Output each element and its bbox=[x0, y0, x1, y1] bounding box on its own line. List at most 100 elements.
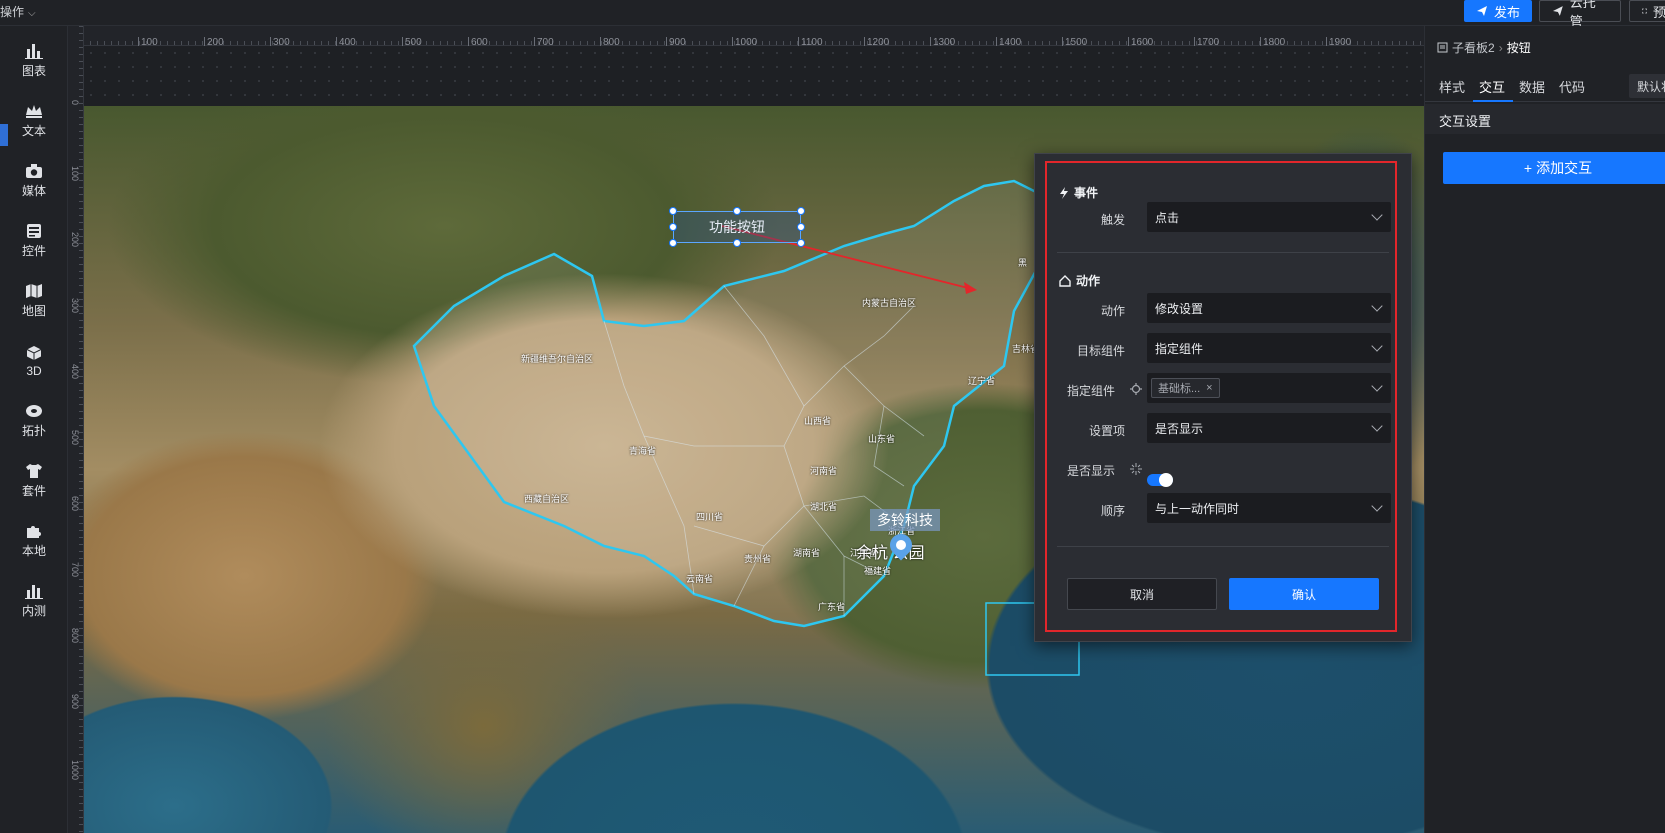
media-camera-icon bbox=[25, 163, 43, 179]
canvas-background bbox=[84, 46, 1424, 106]
topology-icon bbox=[25, 403, 43, 419]
ruler-tick bbox=[204, 37, 205, 46]
toolbar-item-kit[interactable]: 套件 bbox=[12, 458, 56, 504]
ruler-tick bbox=[1260, 37, 1261, 46]
operation-menu[interactable]: 操作 ⌵ bbox=[0, 3, 36, 20]
resize-handle[interactable] bbox=[733, 239, 741, 247]
panel-tabs: 样式 交互 数据 代码 默认状 bbox=[1425, 72, 1665, 102]
trigger-select[interactable]: 点击 bbox=[1147, 202, 1391, 232]
event-section-title: 事件 bbox=[1059, 184, 1098, 201]
ruler-tick bbox=[864, 37, 865, 46]
shirt-icon bbox=[25, 463, 43, 479]
toolbar-item-chart[interactable]: 图表 bbox=[12, 38, 56, 84]
visible-toggle[interactable] bbox=[1147, 473, 1173, 487]
tab-data[interactable]: 数据 bbox=[1519, 77, 1545, 96]
add-interaction-button[interactable]: + 添加交互 bbox=[1443, 152, 1665, 184]
publish-button[interactable]: 发布 bbox=[1464, 0, 1532, 22]
toolbar-item-3d[interactable]: 3D bbox=[12, 338, 56, 384]
ruler-label: 0 bbox=[70, 100, 80, 106]
cloud-host-button[interactable]: 云托管 bbox=[1539, 0, 1621, 29]
resize-handle[interactable] bbox=[669, 207, 677, 215]
interaction-dialog: 事件 触发 点击 动作 动作 修改设置 目标组件 指定组件 指定组件 基础标..… bbox=[1034, 153, 1412, 642]
toolbar-item-label: 媒体 bbox=[21, 184, 46, 198]
ruler-tick bbox=[534, 37, 535, 46]
toolbar-item-label: 地图 bbox=[21, 304, 46, 318]
ruler-tick bbox=[798, 37, 799, 46]
breadcrumb-parent[interactable]: 子看板2 bbox=[1452, 39, 1495, 56]
chevron-down-icon bbox=[1371, 500, 1383, 512]
default-state-button[interactable]: 默认状 bbox=[1629, 74, 1665, 98]
toolbar-item-label: 拓扑 bbox=[21, 424, 46, 438]
chart-bar-icon bbox=[25, 43, 43, 59]
order-select[interactable]: 与上一动作同时 bbox=[1147, 493, 1391, 523]
resize-handle[interactable] bbox=[669, 223, 677, 231]
breadcrumb-current: 按钮 bbox=[1506, 41, 1531, 55]
board-icon bbox=[1437, 42, 1448, 53]
preview-button[interactable]: 预 bbox=[1629, 0, 1665, 22]
cancel-button[interactable]: 取消 bbox=[1067, 578, 1217, 610]
locate-icon[interactable] bbox=[1130, 383, 1142, 395]
action-label: 动作 bbox=[1100, 304, 1125, 318]
order-value: 与上一动作同时 bbox=[1155, 501, 1240, 516]
tab-interaction[interactable]: 交互 bbox=[1479, 77, 1505, 96]
toolbar-item-beta[interactable]: 内测 bbox=[12, 578, 56, 624]
sparkle-icon bbox=[1130, 463, 1142, 475]
province-label: 四川省 bbox=[696, 512, 724, 522]
brand-badge[interactable]: 多铃科技 bbox=[870, 509, 940, 531]
chevron-down-icon bbox=[1371, 300, 1383, 312]
province-label: 青海省 bbox=[629, 446, 657, 456]
resize-handle[interactable] bbox=[797, 223, 805, 231]
china-border bbox=[412, 179, 1046, 628]
resize-handle[interactable] bbox=[669, 239, 677, 247]
toolbar-item-local[interactable]: 本地 bbox=[12, 518, 56, 564]
toolbar-item-text[interactable]: 文本 bbox=[12, 98, 56, 144]
ruler-label: 500 bbox=[70, 430, 80, 446]
toolbar-item-label: 3D bbox=[26, 363, 42, 378]
setting-select[interactable]: 是否显示 bbox=[1147, 413, 1391, 443]
chevron-down-icon bbox=[1371, 420, 1383, 432]
province-label: 湖南省 bbox=[793, 548, 821, 558]
tab-code[interactable]: 代码 bbox=[1559, 77, 1585, 96]
action-section-title: 动作 bbox=[1059, 272, 1100, 289]
breadcrumb: 子看板2 › 按钮 bbox=[1437, 39, 1531, 56]
ruler-tick bbox=[732, 37, 733, 46]
ruler-label: 200 bbox=[70, 232, 80, 248]
resize-handle[interactable] bbox=[797, 207, 805, 215]
component-toolbar: 图表 文本 媒体 控件 地图 3D 拓扑 套件 本地 内测 bbox=[0, 26, 68, 833]
action-title-text: 动作 bbox=[1076, 274, 1101, 288]
close-icon[interactable]: × bbox=[1206, 382, 1212, 394]
trigger-label: 触发 bbox=[1100, 213, 1125, 227]
confirm-button[interactable]: 确认 bbox=[1229, 578, 1379, 610]
toolbar-item-topology[interactable]: 拓扑 bbox=[12, 398, 56, 444]
publish-label: 发布 bbox=[1494, 4, 1521, 20]
target-label: 目标组件 bbox=[1076, 344, 1125, 358]
target-select[interactable]: 指定组件 bbox=[1147, 333, 1391, 363]
toolbar-item-map[interactable]: 地图 bbox=[12, 278, 56, 324]
province-label: 山西省 bbox=[804, 416, 832, 426]
toolbar-item-media[interactable]: 媒体 bbox=[12, 158, 56, 204]
target-value: 指定组件 bbox=[1155, 341, 1204, 356]
specified-select[interactable]: 基础标... × bbox=[1147, 373, 1391, 403]
chevron-down-icon bbox=[1371, 340, 1383, 352]
ruler-label: 600 bbox=[70, 496, 80, 512]
fullscreen-icon bbox=[1642, 8, 1647, 14]
trigger-value: 点击 bbox=[1155, 210, 1180, 225]
action-value: 修改设置 bbox=[1155, 301, 1204, 316]
ruler-label: 800 bbox=[70, 628, 80, 644]
component-tag[interactable]: 基础标... × bbox=[1151, 378, 1220, 398]
resize-handle[interactable] bbox=[797, 239, 805, 247]
ruler-tick bbox=[138, 37, 139, 46]
ruler-tick bbox=[1194, 37, 1195, 46]
divider bbox=[1057, 546, 1389, 547]
action-select[interactable]: 修改设置 bbox=[1147, 293, 1391, 323]
chevron-down-icon bbox=[1371, 209, 1383, 221]
add-interaction-label: 添加交互 bbox=[1536, 160, 1593, 176]
setting-value: 是否显示 bbox=[1155, 421, 1204, 436]
visible-label: 是否显示 bbox=[1066, 464, 1115, 478]
toolbar-active-marker bbox=[0, 124, 8, 146]
ruler-tick bbox=[1062, 37, 1063, 46]
toolbar-item-widget[interactable]: 控件 bbox=[12, 218, 56, 264]
tab-style[interactable]: 样式 bbox=[1439, 77, 1465, 96]
component-tag-label: 基础标... bbox=[1158, 383, 1201, 395]
resize-handle[interactable] bbox=[733, 207, 741, 215]
